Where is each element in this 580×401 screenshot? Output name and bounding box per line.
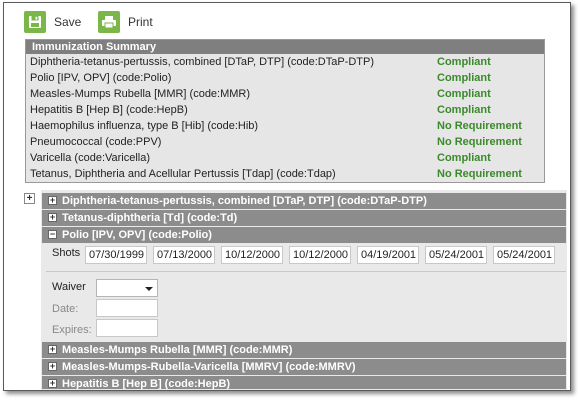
expand-icon: + [48, 212, 57, 222]
expand-icon: + [48, 361, 57, 371]
section-header-polio[interactable]: − Polio [IPV, OPV] (code:Polio) [42, 227, 566, 243]
shot-date-field[interactable]: 10/12/2000 [221, 246, 283, 264]
summary-row: Haemophilus influenza, type B [Hib] (cod… [26, 118, 544, 134]
summary-row: Diphtheria-tetanus-pertussis, combined [… [26, 54, 544, 70]
compliance-status: Compliant [437, 152, 491, 164]
compliance-status: No Requirement [437, 168, 522, 180]
section-title: Hepatitis B [Hep B] (code:HepB) [62, 378, 231, 389]
shot-date-field[interactable]: 10/12/2000 [289, 246, 351, 264]
print-label: Print [128, 15, 153, 29]
shot-date-field[interactable]: 05/24/2001 [425, 246, 487, 264]
compliance-status: Compliant [437, 56, 491, 68]
floppy-disk-icon [24, 11, 46, 33]
printer-icon [98, 11, 120, 33]
vaccine-name: Haemophilus influenza, type B [Hib] (cod… [30, 120, 259, 132]
section-header-td[interactable]: + Tetanus-diphtheria [Td] (code:Td) [42, 210, 566, 226]
shot-date-field[interactable]: 05/24/2001 [493, 246, 555, 264]
summary-row: Tetanus, Diphtheria and Acellular Pertus… [26, 166, 544, 182]
summary-row: Polio [IPV, OPV] (code:Polio) Compliant [26, 70, 544, 86]
waiver-select[interactable] [96, 279, 158, 297]
section-header-hepb[interactable]: + Hepatitis B [Hep B] (code:HepB) [42, 376, 566, 389]
summary-title: Immunization Summary [26, 40, 544, 54]
collapse-icon: − [48, 229, 57, 239]
immunization-summary: Immunization Summary Diphtheria-tetanus-… [25, 39, 545, 183]
section-title: Diphtheria-tetanus-pertussis, combined [… [62, 195, 427, 207]
section-title: Tetanus-diphtheria [Td] (code:Td) [62, 212, 238, 224]
toolbar: Save Print [4, 3, 570, 39]
shot-date-field[interactable]: 04/19/2001 [357, 246, 419, 264]
waiver-label: Waiver [52, 281, 86, 293]
expires-label: Expires: [52, 324, 92, 336]
section-title: Measles-Mumps Rubella [MMR] (code:MMR) [62, 344, 293, 356]
summary-row: Hepatitis B [Hep B] (code:HepB) Complian… [26, 102, 544, 118]
vaccine-name: Hepatitis B [Hep B] (code:HepB) [30, 104, 188, 116]
save-button[interactable]: Save [24, 11, 81, 33]
vaccine-name: Measles-Mumps Rubella [MMR] (code:MMR) [30, 88, 251, 100]
summary-row: Varicella (code:Varicella) Compliant [26, 150, 544, 166]
section-title: Polio [IPV, OPV] (code:Polio) [62, 229, 212, 241]
compliance-status: Compliant [437, 104, 491, 116]
expand-icon: + [48, 195, 57, 205]
vaccine-name: Diphtheria-tetanus-pertussis, combined [… [30, 56, 374, 68]
accordion-gutter [21, 190, 41, 390]
section-title: Measles-Mumps-Rubella-Varicella [MMRV] (… [62, 361, 356, 373]
date-label: Date: [52, 303, 79, 315]
vaccine-name: Pneumococcal (code:PPV) [30, 136, 162, 148]
section-header-dtap[interactable]: + Diphtheria-tetanus-pertussis, combined… [42, 193, 566, 209]
vaccine-name: Tetanus, Diphtheria and Acellular Pertus… [30, 168, 336, 180]
waiver-date-field[interactable] [96, 299, 158, 317]
expand-icon: + [48, 378, 57, 388]
section-header-mmr[interactable]: + Measles-Mumps Rubella [MMR] (code:MMR) [42, 342, 566, 358]
vaccine-name: Varicella (code:Varicella) [30, 152, 151, 164]
expand-all-toggle[interactable]: + [24, 193, 35, 204]
section-header-mmrv[interactable]: + Measles-Mumps-Rubella-Varicella [MMRV]… [42, 359, 566, 375]
chevron-down-icon [145, 287, 153, 291]
print-button[interactable]: Print [98, 11, 153, 33]
shot-date-field[interactable]: 07/13/2000 [153, 246, 215, 264]
waiver-expires-field[interactable] [96, 319, 158, 337]
vaccine-name: Polio [IPV, OPV] (code:Polio) [30, 72, 172, 84]
shots-label: Shots [52, 247, 81, 259]
save-label: Save [54, 15, 82, 29]
divider [46, 271, 566, 272]
summary-row: Measles-Mumps Rubella [MMR] (code:MMR) C… [26, 86, 544, 102]
summary-row: Pneumococcal (code:PPV) No Requirement [26, 134, 544, 150]
compliance-status: No Requirement [437, 136, 522, 148]
shot-date-field[interactable]: 07/30/1999 [85, 246, 147, 264]
compliance-status: Compliant [437, 72, 491, 84]
compliance-status: Compliant [437, 88, 491, 100]
compliance-status: No Requirement [437, 120, 522, 132]
expand-icon: + [48, 344, 57, 354]
